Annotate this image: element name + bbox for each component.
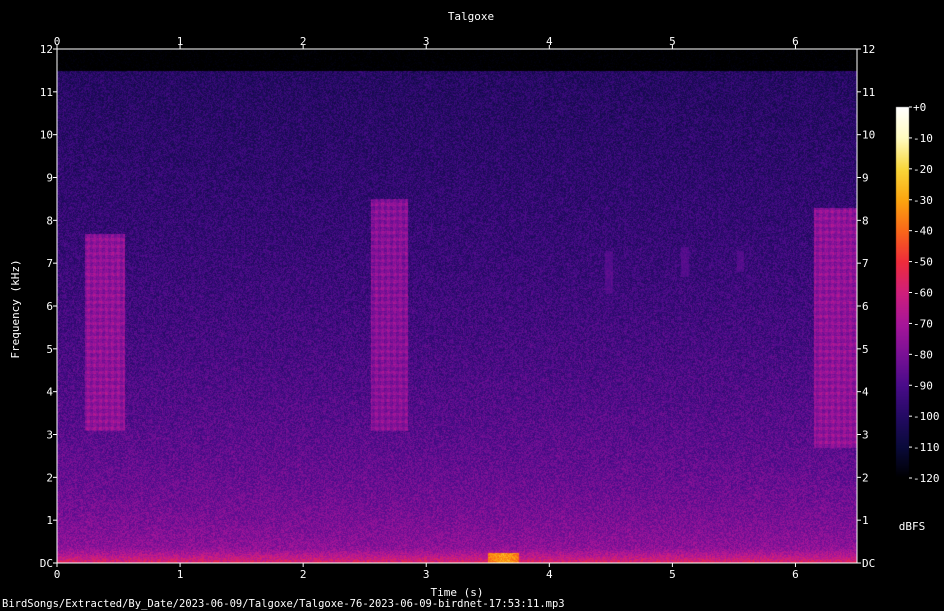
colorbar-tick-label: -90 [913,379,933,392]
y-tick-label-right: 4 [862,386,869,399]
y-tick-label-left: 7 [46,257,53,270]
chart-overlay: Talgoxe Time (s) Frequency (kHz) dBFS 00… [9,10,940,599]
y-tick-label-left: 8 [46,214,53,227]
y-tick-label-right: 11 [862,86,875,99]
colorbar-tick-label: -20 [913,163,933,176]
y-tick-label-left: 2 [46,471,53,484]
y-tick-label-left: 3 [46,429,53,442]
plot-frame [56,48,858,564]
y-tick-label-right: 2 [862,471,869,484]
x-tick-label-bottom: 4 [546,568,553,581]
colorbar-tick-label: -30 [913,194,933,207]
y-tick-label-left: DC [40,557,53,570]
x-tick-label-bottom: 2 [300,568,307,581]
y-tick-label-right: 12 [862,43,875,56]
y-axis-label: Frequency (kHz) [9,259,22,358]
x-tick-label-bottom: 5 [669,568,676,581]
colorbar-tick-label: -60 [913,287,933,300]
y-tick-label-right: 9 [862,172,869,185]
x-tick-label-top: 3 [423,35,430,48]
colorbar-tick-label: -10 [913,132,933,145]
y-tick-label-left: 4 [46,386,53,399]
x-tick-label-bottom: 1 [177,568,184,581]
y-tick-label-right: 6 [862,300,869,313]
y-tick-label-left: 12 [40,43,53,56]
x-tick-label-bottom: 3 [423,568,430,581]
colorbar-tick-label: -100 [913,410,940,423]
colorbar-tick-label: +0 [913,101,926,114]
colorbar-tick-label: -120 [913,472,940,485]
y-tick-label-right: 7 [862,257,869,270]
x-tick-label-bottom: 0 [54,568,61,581]
y-tick-label-left: 10 [40,129,53,142]
colorbar-tick-label: -110 [913,441,940,454]
y-tick-label-left: 11 [40,86,53,99]
y-tick-label-right: DC [862,557,875,570]
x-tick-label-top: 5 [669,35,676,48]
y-tick-label-right: 10 [862,129,875,142]
y-tick-label-right: 5 [862,343,869,356]
x-tick-label-bottom: 6 [792,568,799,581]
y-tick-label-left: 9 [46,172,53,185]
x-tick-label-top: 0 [54,35,61,48]
y-tick-label-left: 5 [46,343,53,356]
colorbar-tick-label: -70 [913,317,933,330]
x-tick-label-top: 1 [177,35,184,48]
y-tick-label-right: 8 [862,214,869,227]
x-tick-label-top: 4 [546,35,553,48]
chart-title: Talgoxe [448,10,494,23]
axis-ticks-layer: 00112233445566DC DC1 12 23 34 45 56 67 78 89 910 10… [40,35,940,581]
x-tick-label-top: 6 [792,35,799,48]
file-path-footer: BirdSongs/Extracted/By_Date/2023-06-09/T… [2,598,565,610]
y-tick-label-right: 3 [862,429,869,442]
colorbar-tick-label: -40 [913,225,933,238]
colorbar-unit-label: dBFS [899,520,926,533]
y-tick-label-left: 1 [46,514,53,527]
y-tick-label-right: 1 [862,514,869,527]
y-tick-label-left: 6 [46,300,53,313]
x-tick-label-top: 2 [300,35,307,48]
colorbar-tick-label: -80 [913,348,933,361]
colorbar-tick-label: -50 [913,256,933,269]
